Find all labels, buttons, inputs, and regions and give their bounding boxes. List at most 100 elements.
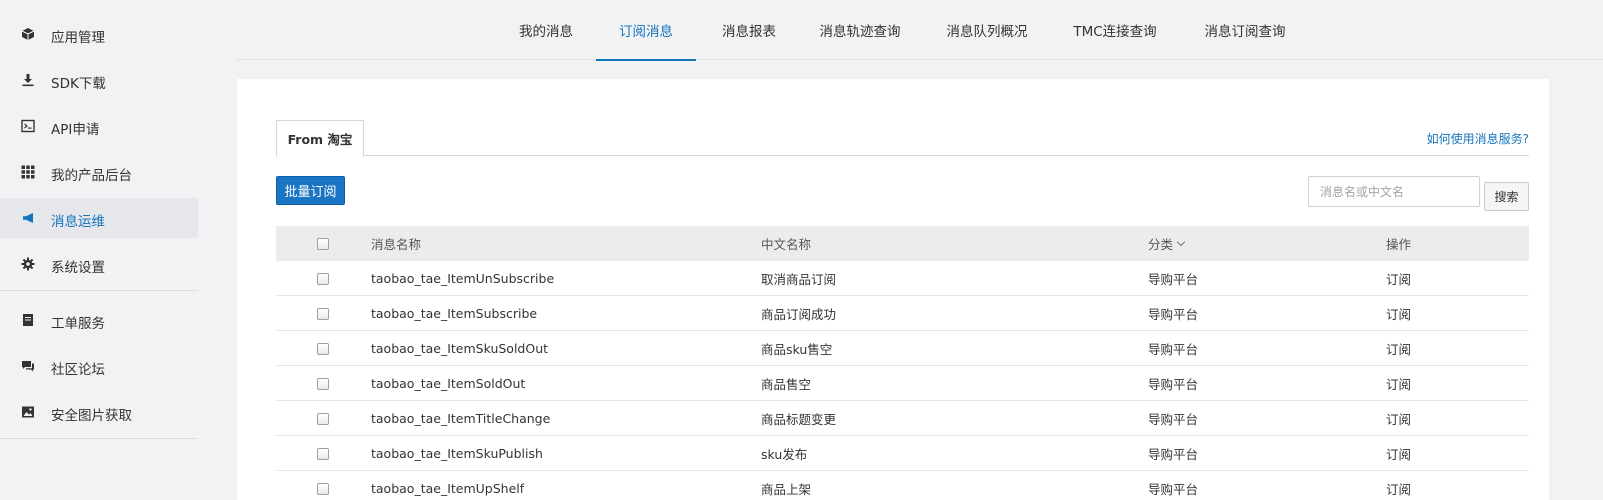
- subscribe-link[interactable]: 订阅: [1386, 436, 1411, 471]
- search-input[interactable]: [1308, 176, 1480, 207]
- table-row: taobao_tae_ItemSkuPublish sku发布 导购平台 订阅: [276, 436, 1529, 471]
- row-checkbox-cell: [316, 296, 330, 331]
- help-link[interactable]: 如何使用消息服务?: [1427, 130, 1529, 147]
- row-checkbox-cell: [316, 366, 330, 401]
- subscribe-link[interactable]: 订阅: [1386, 471, 1411, 500]
- sidebar-item-community-forum[interactable]: 社区论坛: [0, 346, 198, 386]
- category: 导购平台: [1148, 307, 1199, 322]
- message-name-link[interactable]: taobao_tae_ItemUpShelf: [371, 471, 524, 500]
- sidebar-item-message-ops[interactable]: 消息运维: [0, 198, 198, 238]
- tab-message-reports[interactable]: 消息报表: [711, 0, 787, 60]
- row-checkbox-cell: [316, 401, 330, 436]
- sidebar-item-product-backend[interactable]: 我的产品后台: [0, 152, 198, 192]
- sidebar-item-label: 我的产品后台: [51, 168, 132, 184]
- batch-subscribe-button[interactable]: 批量订阅: [276, 176, 345, 205]
- megaphone-icon: [21, 211, 35, 225]
- grid-icon: [21, 165, 35, 179]
- sidebar-item-label: 社区论坛: [51, 362, 105, 378]
- search-button[interactable]: 搜索: [1484, 182, 1529, 211]
- select-all-cell: [316, 226, 330, 261]
- subscribe-link[interactable]: 订阅: [1386, 366, 1411, 401]
- category: 导购平台: [1148, 447, 1199, 462]
- message-name-link[interactable]: taobao_tae_ItemSkuSoldOut: [371, 331, 548, 366]
- sidebar-divider: [0, 438, 198, 439]
- sidebar-item-label: API申请: [51, 122, 100, 138]
- message-name-link[interactable]: taobao_tae_ItemUnSubscribe: [371, 261, 554, 296]
- row-checkbox[interactable]: [317, 342, 329, 355]
- category: 导购平台: [1148, 342, 1199, 357]
- table-row: taobao_tae_ItemSkuSoldOut 商品sku售空 导购平台 订…: [276, 331, 1529, 366]
- tab-my-messages[interactable]: 我的消息: [508, 0, 584, 60]
- tab-message-trace-query[interactable]: 消息轨迹查询: [810, 0, 910, 60]
- table-row: taobao_tae_ItemTitleChange 商品标题变更 导购平台 订…: [276, 401, 1529, 436]
- header-category[interactable]: 分类: [1148, 226, 1186, 261]
- sidebar-item-api-apply[interactable]: API申请: [0, 106, 198, 146]
- sidebar: 应用管理 SDK下载 API申请 我的产品后台 消息运维 系统设置 工单服务 社…: [0, 0, 198, 500]
- subscribe-link[interactable]: 订阅: [1386, 331, 1411, 366]
- category: 导购平台: [1148, 412, 1199, 427]
- table-row: taobao_tae_ItemUpShelf 商品上架 导购平台 订阅: [276, 471, 1529, 500]
- table-header: 消息名称 中文名称 分类 操作: [276, 226, 1529, 261]
- row-checkbox[interactable]: [317, 272, 329, 285]
- row-checkbox[interactable]: [317, 447, 329, 460]
- ticket-icon: [21, 313, 35, 327]
- cube-icon: [21, 27, 35, 41]
- sidebar-item-label: 安全图片获取: [51, 408, 132, 424]
- header-message-name: 消息名称: [371, 237, 422, 252]
- category: 导购平台: [1148, 272, 1199, 287]
- chinese-name: 取消商品订阅: [761, 272, 837, 287]
- message-name-link[interactable]: taobao_tae_ItemSubscribe: [371, 296, 537, 331]
- tab-subscription-query[interactable]: 消息订阅查询: [1195, 0, 1295, 60]
- subscribe-link[interactable]: 订阅: [1386, 261, 1411, 296]
- chinese-name: 商品上架: [761, 482, 812, 497]
- row-checkbox-cell: [316, 261, 330, 296]
- tab-subscribe-messages[interactable]: 订阅消息: [596, 0, 696, 61]
- subscribe-link[interactable]: 订阅: [1386, 401, 1411, 436]
- message-name-link[interactable]: taobao_tae_ItemTitleChange: [371, 401, 550, 436]
- row-checkbox-cell: [316, 331, 330, 366]
- row-checkbox-cell: [316, 436, 330, 471]
- message-name-link[interactable]: taobao_tae_ItemSoldOut: [371, 366, 525, 401]
- sidebar-item-sdk-download[interactable]: SDK下载: [0, 60, 198, 100]
- row-checkbox[interactable]: [317, 307, 329, 320]
- sidebar-item-label: 消息运维: [51, 214, 105, 230]
- top-tabs: 我的消息 订阅消息 消息报表 消息轨迹查询 消息队列概况 TMC连接查询 消息订…: [237, 0, 1603, 61]
- terminal-icon: [21, 119, 35, 133]
- chinese-name: 商品售空: [761, 377, 812, 392]
- sidebar-item-label: 应用管理: [51, 30, 105, 46]
- sidebar-divider: [0, 290, 198, 291]
- category: 导购平台: [1148, 377, 1199, 392]
- chevron-down-icon: [1176, 237, 1186, 246]
- tab-tmc-connection-query[interactable]: TMC连接查询: [1065, 0, 1165, 60]
- tab-queue-overview[interactable]: 消息队列概况: [937, 0, 1037, 60]
- chinese-name: sku发布: [761, 447, 808, 462]
- sidebar-item-ticket-service[interactable]: 工单服务: [0, 300, 198, 340]
- chinese-name: 商品标题变更: [761, 412, 837, 427]
- table-row: taobao_tae_ItemSoldOut 商品售空 导购平台 订阅: [276, 366, 1529, 401]
- header-category-label: 分类: [1148, 237, 1174, 252]
- subtab-divider: [276, 155, 1529, 156]
- content-panel: From 淘宝 如何使用消息服务? 批量订阅 搜索 消息名称 中文名称 分类 操…: [237, 79, 1549, 500]
- table-row: taobao_tae_ItemUnSubscribe 取消商品订阅 导购平台 订…: [276, 261, 1529, 296]
- sidebar-item-secure-image[interactable]: 安全图片获取: [0, 392, 198, 432]
- category: 导购平台: [1148, 482, 1199, 497]
- select-all-checkbox[interactable]: [317, 237, 329, 250]
- subscribe-link[interactable]: 订阅: [1386, 296, 1411, 331]
- table-row: taobao_tae_ItemSubscribe 商品订阅成功 导购平台 订阅: [276, 296, 1529, 331]
- message-name-link[interactable]: taobao_tae_ItemSkuPublish: [371, 436, 543, 471]
- sidebar-item-system-settings[interactable]: 系统设置: [0, 244, 198, 284]
- chinese-name: 商品sku售空: [761, 342, 833, 357]
- sidebar-item-label: 系统设置: [51, 260, 105, 276]
- gear-icon: [21, 257, 35, 271]
- subtab-from-taobao[interactable]: From 淘宝: [276, 120, 364, 157]
- sidebar-item-label: SDK下载: [51, 76, 106, 92]
- download-icon: [21, 73, 35, 87]
- row-checkbox[interactable]: [317, 377, 329, 390]
- sidebar-item-app-management[interactable]: 应用管理: [0, 14, 198, 54]
- message-table: 消息名称 中文名称 分类 操作 taobao_tae_ItemUnSubscri…: [276, 226, 1529, 500]
- image-icon: [21, 405, 35, 419]
- row-checkbox[interactable]: [317, 482, 329, 495]
- sidebar-item-label: 工单服务: [51, 316, 105, 332]
- header-chinese-name: 中文名称: [761, 237, 812, 252]
- row-checkbox[interactable]: [317, 412, 329, 425]
